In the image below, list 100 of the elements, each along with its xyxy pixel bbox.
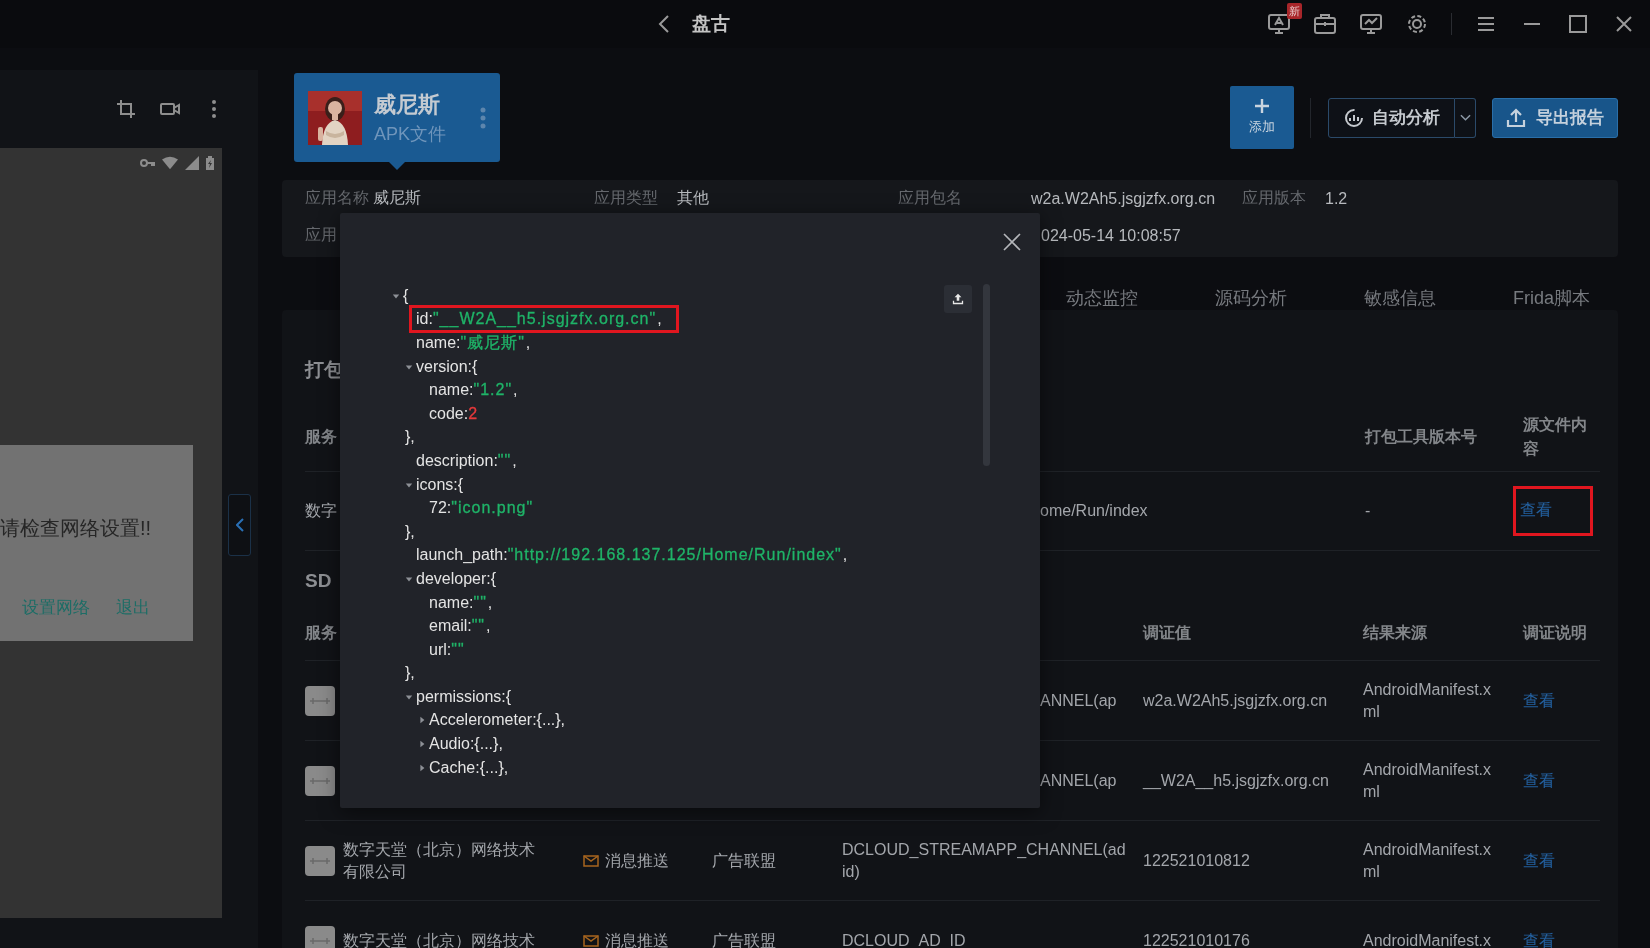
view-link[interactable]: 查看	[1513, 486, 1593, 536]
view-link[interactable]: 查看	[1523, 851, 1555, 869]
crop-icon[interactable]	[116, 99, 136, 119]
caret-icon[interactable]	[418, 740, 426, 749]
table-cell: __W2A__h5.jsgjzfx.org.cn	[1143, 771, 1329, 789]
caret-icon[interactable]	[418, 716, 426, 725]
json-line: Cache:{...},	[429, 757, 509, 778]
table-cell-text: AndroidManifest.xml	[1363, 759, 1493, 802]
json-line: {	[403, 285, 409, 306]
table-cell-text: 消息推送	[605, 930, 669, 948]
table-cell: w2a.W2Ah5.jsgjzfx.org.cn	[1143, 691, 1328, 709]
dropdown-button[interactable]	[1455, 97, 1476, 138]
dialog-message: 请检查网络设置!!	[0, 516, 153, 541]
field-label: 应用包名	[898, 188, 963, 208]
json-line: Audio:{...},	[429, 734, 503, 755]
chevron-left-icon	[235, 518, 244, 532]
json-line: code:2	[429, 403, 480, 424]
table-cell-text: 数字	[305, 501, 337, 521]
key-icon	[140, 156, 156, 170]
caret-icon[interactable]	[392, 291, 400, 300]
caret-icon[interactable]	[405, 574, 413, 583]
company-name: 数字天堂（北京）网络技术	[343, 930, 536, 948]
json-line: launch_path:"http://192.168.137.125/Home/Run/index",	[416, 545, 848, 566]
table-cell-text: AndroidManifest.xml	[1363, 839, 1493, 882]
json-line: description:"",	[416, 450, 517, 471]
field-value: 024-05-14 10:08:57	[1040, 226, 1182, 245]
upload-icon	[952, 293, 964, 305]
table-cell: 广告联盟	[712, 931, 776, 948]
settings-icon[interactable]	[1405, 12, 1429, 36]
view-link[interactable]: 查看	[1523, 931, 1555, 948]
json-line: developer:{	[416, 568, 497, 589]
json-line: name:"威尼斯",	[416, 333, 531, 353]
table-cell-text: AndroidManifest.x	[1363, 930, 1493, 948]
window-title: 盘古	[692, 12, 730, 36]
envelope-icon	[583, 854, 599, 867]
upload-icon	[1506, 107, 1526, 128]
app-type: APK文件	[374, 122, 447, 146]
maximize-icon[interactable]	[1566, 12, 1590, 36]
table-cell-text: -	[1365, 501, 1371, 521]
caret-icon[interactable]	[418, 763, 426, 772]
column-header: 服务	[305, 622, 337, 643]
json-line: permissions:{	[416, 686, 512, 707]
logo-icon	[305, 765, 335, 796]
export-button[interactable]	[944, 285, 972, 313]
collapse-button[interactable]	[228, 494, 251, 556]
caret-icon[interactable]	[405, 362, 413, 371]
more-icon[interactable]	[211, 99, 217, 119]
field-label: 应用名称	[305, 188, 370, 208]
view-link[interactable]: 查看	[1523, 771, 1555, 789]
logo-icon	[305, 925, 335, 948]
table-cell-text: ANNEL(ap	[1039, 770, 1118, 791]
json-line: version:{	[416, 356, 478, 377]
table-cell-text: AndroidManifest.xml	[1363, 679, 1493, 722]
table-cell-text: DCLOUD_STREAMAPP_CHANNEL(adid)	[842, 839, 1127, 882]
signal-icon	[184, 156, 200, 170]
tab[interactable]: 动态监控	[1066, 286, 1138, 310]
column-header: 打包工具版本号	[1365, 427, 1477, 447]
column-header: 调证值	[1143, 622, 1191, 643]
table-cell-text: 消息推送	[605, 850, 669, 871]
back-icon[interactable]	[658, 14, 670, 34]
field-value: 1.2	[1325, 189, 1349, 208]
add-button[interactable]: 添加	[1230, 86, 1294, 149]
caret-icon[interactable]	[405, 480, 413, 489]
table-cell-text: DCLOUD_AD_ID	[842, 930, 967, 948]
battery-icon	[206, 156, 214, 170]
field-value: w2a.W2Ah5.jsgjzfx.org.cn	[1031, 189, 1217, 208]
envelope-icon	[583, 934, 599, 947]
auto-analysis-button[interactable]: 自动分析	[1328, 97, 1455, 138]
caret-icon	[1459, 113, 1471, 122]
wifi-icon	[162, 156, 178, 170]
logo-icon	[305, 685, 335, 716]
tab[interactable]: 源码分析	[1215, 286, 1287, 310]
tab[interactable]: Frida脚本	[1513, 286, 1590, 310]
json-line: },	[405, 663, 415, 684]
card-pointer	[389, 162, 405, 170]
json-line: 72:"icon.png"	[429, 498, 535, 519]
field-value: 威尼斯	[373, 188, 422, 208]
tab[interactable]: 敏感信息	[1364, 286, 1436, 310]
notice-badge: 新	[1287, 3, 1302, 19]
table-cell: 122521010176	[1143, 931, 1250, 948]
app-card[interactable]: 威尼斯 APK文件	[294, 73, 500, 162]
toolbox-icon[interactable]	[1313, 12, 1337, 36]
json-line: Accelerometer:{...},	[429, 710, 566, 731]
monitor-icon[interactable]	[1267, 12, 1291, 36]
analysis-icon	[1343, 107, 1364, 128]
field-label: 应用版本	[1242, 188, 1307, 208]
json-line: },	[405, 427, 415, 448]
json-line: name:"",	[429, 592, 493, 613]
json-line: },	[405, 521, 415, 542]
field-value: 其他	[677, 188, 710, 208]
column-header: 调证说明	[1523, 622, 1587, 643]
view-link[interactable]: 查看	[1523, 691, 1555, 709]
table-cell-text: ANNEL(ap	[1039, 690, 1118, 711]
table-cell-text: ome/Run/index	[1040, 501, 1148, 521]
chart-monitor-icon[interactable]	[1359, 12, 1383, 36]
table-cell: 广告联盟	[712, 851, 776, 869]
caret-icon[interactable]	[405, 692, 413, 701]
export-report-button[interactable]: 导出报告	[1492, 97, 1618, 138]
app-name: 威尼斯	[374, 90, 441, 119]
column-header: 结果来源	[1363, 622, 1427, 643]
